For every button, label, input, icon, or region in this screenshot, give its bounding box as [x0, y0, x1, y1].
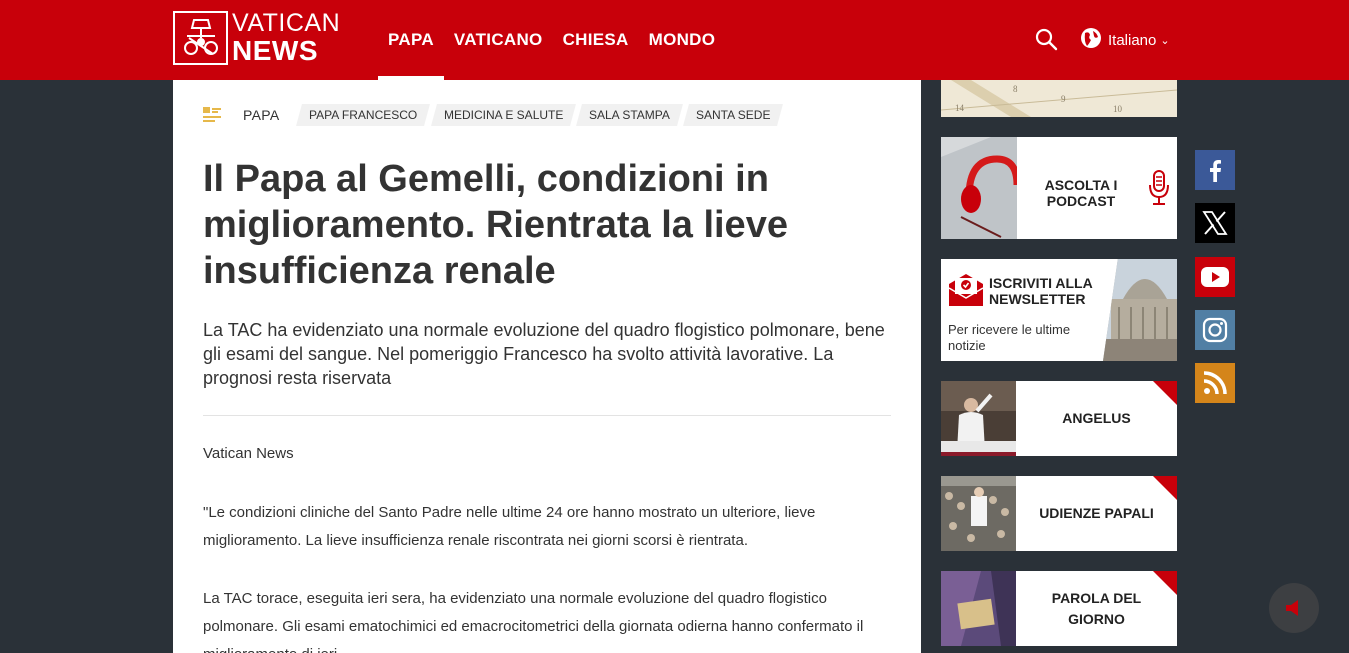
calendar-promo-image[interactable]: 14 8 9 10 [941, 80, 1177, 117]
newsletter-subtitle: Per ricevere le ultime notizie [948, 322, 1071, 353]
tag-label: MEDICINA E SALUTE [443, 108, 564, 122]
corner-accent [1153, 476, 1177, 500]
tag-label: SANTA SEDE [696, 108, 771, 122]
rss-icon[interactable] [1195, 363, 1235, 403]
section-label[interactable]: PAPA [243, 107, 279, 123]
language-label: Italiano [1108, 31, 1157, 49]
tag-bar: PAPA PAPA FRANCESCO MEDICINA E SALUTE SA… [203, 104, 787, 126]
microphone-icon [1147, 169, 1171, 207]
article-card: PAPA PAPA FRANCESCO MEDICINA E SALUTE SA… [173, 80, 921, 653]
logo-line-1: VATICAN [232, 9, 341, 37]
article-title: Il Papa al Gemelli, condizioni in miglio… [203, 158, 788, 292]
angelus-card[interactable]: ANGELUS [941, 381, 1177, 456]
youtube-icon[interactable] [1195, 257, 1235, 297]
newsletter-envelope-icon [948, 272, 984, 306]
headphones-image [941, 137, 1021, 239]
article-paragraph: La TAC torace, eseguita ieri sera, ha ev… [203, 590, 864, 653]
search-icon[interactable] [1034, 27, 1058, 51]
calendar-number: 14 [955, 103, 965, 113]
corner-accent [1153, 381, 1177, 405]
main-nav: PAPA VATICANO CHIESA MONDO [378, 0, 725, 80]
udienze-image [941, 476, 1016, 551]
instagram-icon[interactable] [1195, 310, 1235, 350]
article-byline: Vatican News [203, 445, 294, 462]
tag-label: SALA STAMPA [589, 108, 671, 122]
parola-del-giorno-card[interactable]: PAROLA DEL GIORNO [941, 571, 1177, 646]
calendar-number: 8 [1013, 84, 1018, 94]
divider [203, 415, 891, 416]
nav-item-vaticano[interactable]: VATICANO [444, 0, 553, 80]
angelus-image [941, 381, 1016, 456]
site-header: VATICAN NEWS PAPA VATICANO CHIESA MONDO … [0, 0, 1349, 80]
audio-speaker-icon[interactable] [1269, 583, 1319, 633]
tag-medicina-e-salute[interactable]: MEDICINA E SALUTE [430, 104, 577, 126]
section-list-icon [203, 107, 221, 123]
globe-icon [1080, 27, 1102, 53]
corner-accent [1153, 571, 1177, 595]
article-subtitle: La TAC ha evidenziato una normale evoluz… [203, 320, 885, 388]
tag-sala-stampa[interactable]: SALA STAMPA [576, 104, 683, 126]
tag-papa-francesco[interactable]: PAPA FRANCESCO [296, 104, 431, 126]
logo-wordmark: VATICAN NEWS [232, 11, 340, 65]
podcast-card[interactable]: ASCOLTA I PODCAST [941, 137, 1177, 239]
facebook-icon[interactable] [1195, 150, 1235, 190]
udienze-papali-card[interactable]: UDIENZE PAPALI [941, 476, 1177, 551]
tag-santa-sede[interactable]: SANTA SEDE [683, 104, 784, 126]
nav-item-papa[interactable]: PAPA [378, 0, 444, 80]
parola-image [941, 571, 1016, 646]
language-selector[interactable]: Italiano ⌄ [1080, 26, 1170, 54]
nav-item-mondo[interactable]: MONDO [639, 0, 726, 80]
tag-label: PAPA FRANCESCO [309, 108, 418, 122]
logo-line-2: NEWS [232, 35, 318, 66]
vatican-seal-icon [173, 11, 228, 65]
x-icon[interactable] [1195, 203, 1235, 243]
nav-item-chiesa[interactable]: CHIESA [553, 0, 639, 80]
calendar-number: 10 [1113, 104, 1123, 114]
podcast-label: ASCOLTA I PODCAST [1044, 177, 1118, 209]
chevron-down-icon: ⌄ [1160, 34, 1170, 47]
newsletter-card[interactable]: ISCRIVITI ALLA NEWSLETTER Per ricevere l… [941, 259, 1177, 361]
article-paragraph: "Le condizioni cliniche del Santo Padre … [203, 504, 816, 549]
st-peters-image [1103, 259, 1177, 361]
vatican-news-logo[interactable]: VATICAN NEWS [173, 11, 349, 65]
calendar-number: 9 [1061, 94, 1066, 104]
newsletter-title: ISCRIVITI ALLA NEWSLETTER [989, 275, 1093, 307]
